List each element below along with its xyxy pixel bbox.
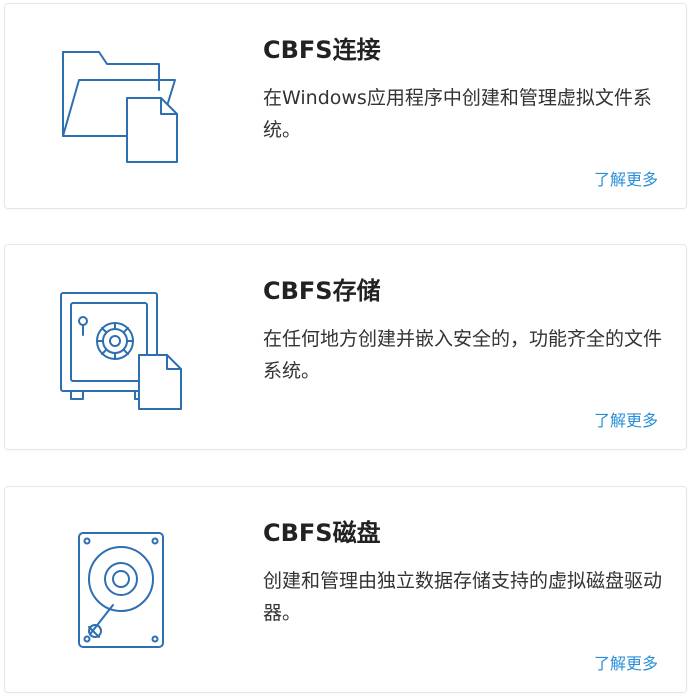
hard-disk-icon — [53, 515, 193, 665]
learn-more-link[interactable]: 了解更多 — [594, 411, 658, 431]
card-description: 在任何地方创建并嵌入安全的，功能齐全的文件系统。 — [263, 328, 663, 382]
card-title: CBFS连接 — [263, 36, 381, 64]
learn-more-link[interactable]: 了解更多 — [594, 170, 658, 190]
product-card-cbfs-disk: CBFS磁盘 创建和管理由独立数据存储支持的虚拟磁盘驱动器。 了解更多 — [4, 486, 687, 693]
learn-more-link[interactable]: 了解更多 — [594, 654, 658, 674]
card-title: CBFS存储 — [263, 277, 381, 305]
product-list: CBFS连接 在Windows应用程序中创建和管理虚拟文件系统。 了解更多 CB… — [0, 0, 700, 700]
product-card-cbfs-storage: CBFS存储 在任何地方创建并嵌入安全的，功能齐全的文件系统。 了解更多 — [4, 244, 687, 450]
safe-document-icon — [53, 273, 193, 423]
card-title: CBFS磁盘 — [263, 519, 381, 547]
card-description: 在Windows应用程序中创建和管理虚拟文件系统。 — [263, 87, 652, 141]
card-description: 创建和管理由独立数据存储支持的虚拟磁盘驱动器。 — [263, 570, 663, 624]
product-card-cbfs-connect: CBFS连接 在Windows应用程序中创建和管理虚拟文件系统。 了解更多 — [4, 3, 687, 209]
folder-document-icon — [53, 32, 193, 182]
